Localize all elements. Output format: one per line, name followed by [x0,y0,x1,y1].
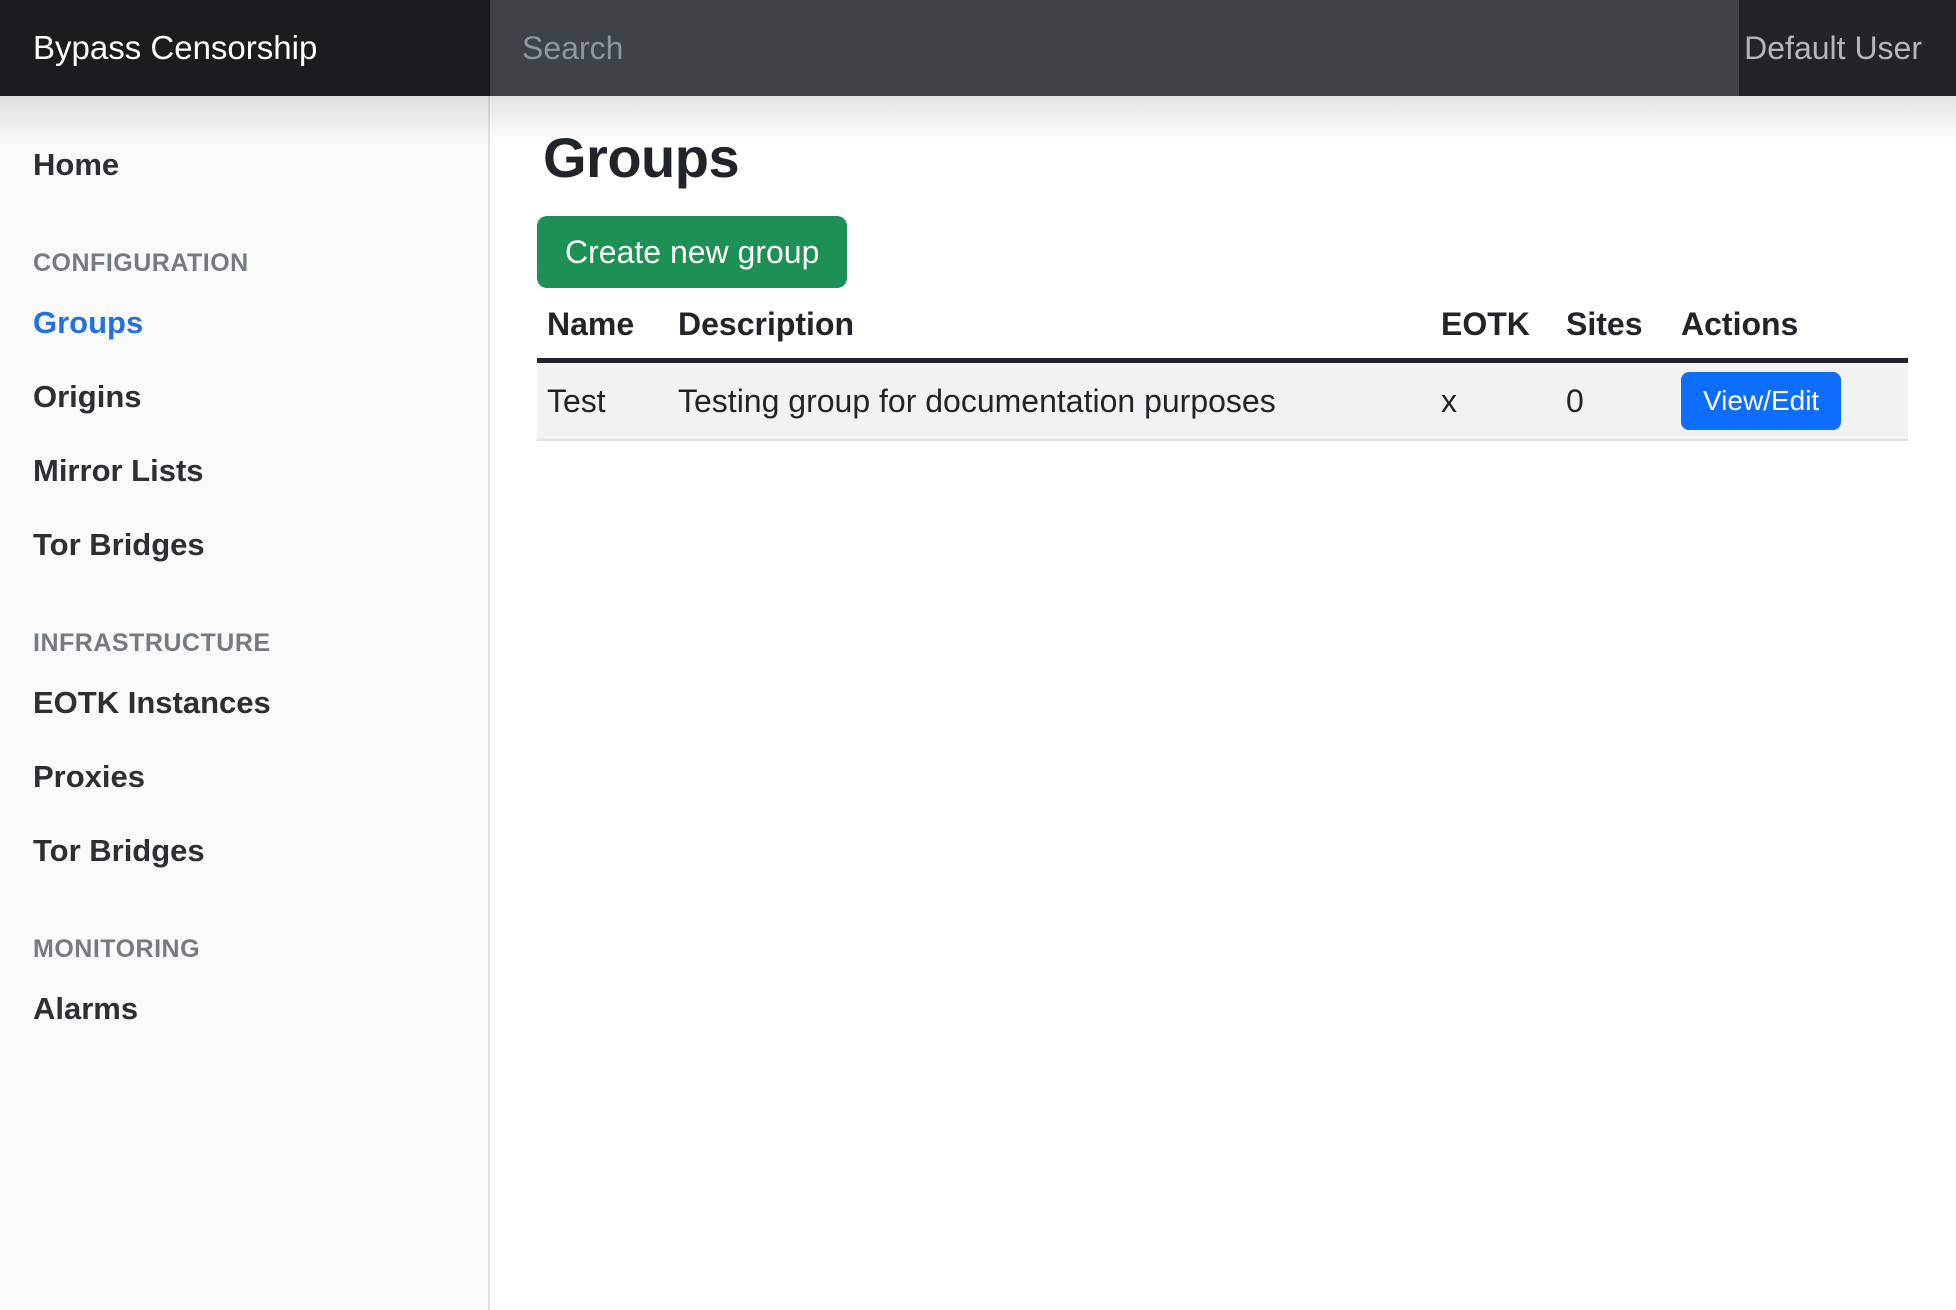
sidebar-item-groups[interactable]: Groups [0,286,488,360]
main-content: Groups Create new group Name Description… [490,96,1956,1310]
sidebar-item-eotk-instances[interactable]: EOTK Instances [0,666,488,740]
create-group-button[interactable]: Create new group [537,216,847,288]
cell-group-sites: 0 [1556,361,1671,441]
search-input[interactable] [490,0,1739,96]
cell-group-description: Testing group for documentation purposes [668,361,1431,441]
app-brand[interactable]: Bypass Censorship [0,0,490,96]
sidebar-heading-configuration: CONFIGURATION [0,248,488,278]
column-header-sites: Sites [1556,294,1671,361]
cell-group-actions: View/Edit [1671,361,1908,441]
sidebar-item-proxies[interactable]: Proxies [0,740,488,814]
user-menu[interactable]: Default User [1739,0,1956,96]
sidebar-item-tor-bridges-config[interactable]: Tor Bridges [0,508,488,582]
table-header-row: Name Description EOTK Sites Actions [537,294,1908,361]
sidebar-item-alarms[interactable]: Alarms [0,972,488,1046]
column-header-eotk: EOTK [1431,294,1556,361]
sidebar-heading-monitoring: MONITORING [0,934,488,964]
view-edit-button[interactable]: View/Edit [1681,372,1841,430]
sidebar: Home CONFIGURATION Groups Origins Mirror… [0,96,490,1310]
column-header-actions: Actions [1671,294,1908,361]
cell-group-name: Test [537,361,668,441]
sidebar-item-mirror-lists[interactable]: Mirror Lists [0,434,488,508]
user-menu-label: Default User [1744,30,1922,67]
column-header-description: Description [668,294,1431,361]
table-row: Test Testing group for documentation pur… [537,361,1908,441]
sidebar-item-tor-bridges-infra[interactable]: Tor Bridges [0,814,488,888]
sidebar-item-home[interactable]: Home [0,128,488,202]
cell-group-eotk: x [1431,361,1556,441]
app-brand-label: Bypass Censorship [33,29,317,67]
page-title: Groups [537,124,1956,191]
groups-table: Name Description EOTK Sites Actions Test… [537,294,1908,441]
sidebar-item-origins[interactable]: Origins [0,360,488,434]
top-navbar: Bypass Censorship Default User [0,0,1956,96]
column-header-name: Name [537,294,668,361]
sidebar-heading-infrastructure: INFRASTRUCTURE [0,628,488,658]
